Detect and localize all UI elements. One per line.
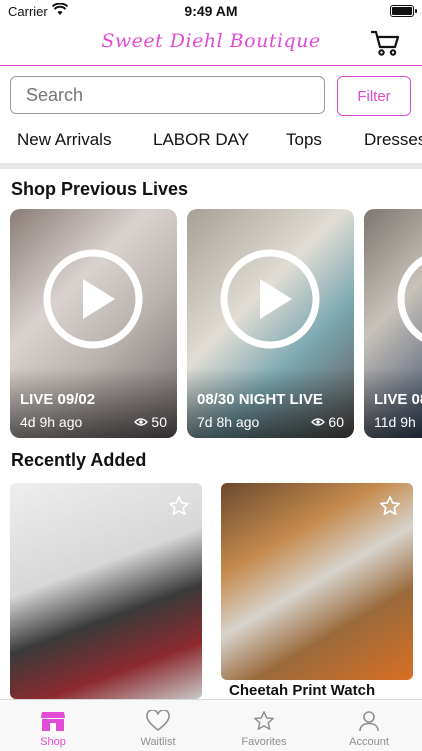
star-icon — [254, 711, 274, 730]
live-card[interactable]: LIVE 09/02 4d 9h ago 50 — [10, 209, 177, 438]
category-tab-new-arrivals[interactable]: New Arrivals — [17, 130, 111, 150]
live-title: LIVE 08 — [374, 391, 422, 408]
live-age: 11d 9h — [374, 414, 416, 430]
app-header: Sweet Diehl Boutique — [0, 22, 422, 66]
tab-account[interactable]: Account — [324, 710, 414, 748]
live-age: 4d 9h ago — [20, 414, 83, 430]
play-icon[interactable] — [397, 249, 422, 349]
tab-shop[interactable]: Shop — [8, 710, 98, 748]
tab-label: Account — [349, 736, 389, 748]
clock: 9:49 AM — [184, 3, 238, 19]
tab-label: Waitlist — [140, 736, 176, 748]
person-icon — [359, 711, 379, 732]
tab-label: Shop — [40, 736, 66, 748]
section-title-recent: Recently Added — [11, 450, 147, 470]
live-views: 60 — [311, 414, 344, 430]
cart-icon[interactable] — [370, 28, 400, 58]
live-views-count: 50 — [151, 414, 167, 430]
tab-favorites[interactable]: Favorites — [219, 710, 309, 748]
live-card[interactable]: LIVE 08 11d 9h — [364, 209, 422, 438]
section-divider — [0, 163, 422, 169]
tab-label: Favorites — [241, 736, 287, 748]
search-input[interactable] — [10, 76, 325, 114]
section-title-lives: Shop Previous Lives — [11, 179, 189, 199]
play-icon[interactable] — [220, 249, 320, 349]
category-tab-dresses[interactable]: Dresses — [364, 130, 422, 150]
category-tabs: New Arrivals LABOR DAY Tops Dresses — [0, 128, 422, 158]
battery-icon — [390, 5, 417, 17]
tab-waitlist[interactable]: Waitlist — [113, 710, 203, 748]
heart-icon — [146, 710, 170, 732]
tab-bar: Shop Waitlist Favorites Account — [0, 699, 422, 751]
category-tab-labor-day[interactable]: LABOR DAY — [153, 130, 249, 150]
eye-icon — [134, 418, 149, 426]
category-tab-tops[interactable]: Tops — [286, 130, 322, 150]
filter-button[interactable]: Filter — [337, 76, 411, 116]
favorite-star-icon[interactable] — [379, 495, 401, 517]
live-title: 08/30 NIGHT LIVE — [197, 391, 323, 408]
live-age: 7d 8h ago — [197, 414, 260, 430]
live-title: LIVE 09/02 — [20, 391, 96, 408]
product-card[interactable] — [10, 483, 202, 699]
favorite-star-icon[interactable] — [168, 495, 190, 517]
live-views: 50 — [134, 414, 167, 430]
live-card[interactable]: 08/30 NIGHT LIVE 7d 8h ago 60 — [187, 209, 354, 438]
product-card[interactable] — [221, 483, 413, 680]
shop-icon — [41, 712, 65, 731]
play-icon[interactable] — [43, 249, 143, 349]
product-name: Cheetah Print Watch — [229, 682, 376, 699]
brand-logo: Sweet Diehl Boutique — [101, 30, 321, 52]
status-bar: Carrier 9:49 AM — [0, 0, 422, 22]
eye-icon — [311, 418, 326, 426]
live-views-count: 60 — [328, 414, 344, 430]
